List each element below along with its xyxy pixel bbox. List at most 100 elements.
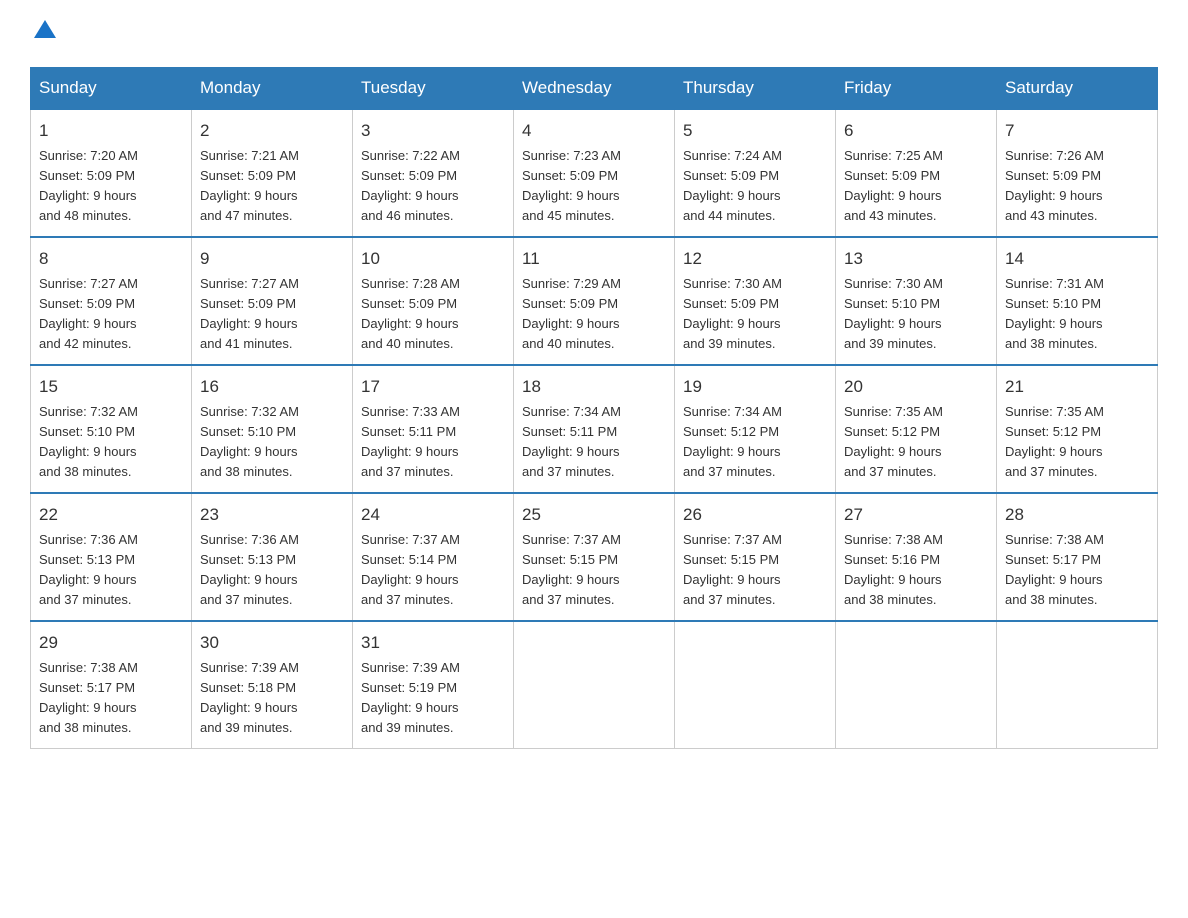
- day-info: Sunrise: 7:32 AMSunset: 5:10 PMDaylight:…: [200, 404, 299, 479]
- day-info: Sunrise: 7:37 AMSunset: 5:15 PMDaylight:…: [683, 532, 782, 607]
- day-info: Sunrise: 7:30 AMSunset: 5:10 PMDaylight:…: [844, 276, 943, 351]
- calendar-day-cell: 31 Sunrise: 7:39 AMSunset: 5:19 PMDaylig…: [353, 621, 514, 749]
- day-info: Sunrise: 7:30 AMSunset: 5:09 PMDaylight:…: [683, 276, 782, 351]
- day-info: Sunrise: 7:27 AMSunset: 5:09 PMDaylight:…: [200, 276, 299, 351]
- calendar-day-cell: 22 Sunrise: 7:36 AMSunset: 5:13 PMDaylig…: [31, 493, 192, 621]
- calendar-table: SundayMondayTuesdayWednesdayThursdayFrid…: [30, 67, 1158, 749]
- calendar-day-cell: 12 Sunrise: 7:30 AMSunset: 5:09 PMDaylig…: [675, 237, 836, 365]
- day-number: 26: [683, 502, 827, 528]
- day-info: Sunrise: 7:31 AMSunset: 5:10 PMDaylight:…: [1005, 276, 1104, 351]
- day-number: 19: [683, 374, 827, 400]
- day-info: Sunrise: 7:35 AMSunset: 5:12 PMDaylight:…: [844, 404, 943, 479]
- calendar-day-cell: 14 Sunrise: 7:31 AMSunset: 5:10 PMDaylig…: [997, 237, 1158, 365]
- calendar-week-row: 29 Sunrise: 7:38 AMSunset: 5:17 PMDaylig…: [31, 621, 1158, 749]
- calendar-day-cell: 6 Sunrise: 7:25 AMSunset: 5:09 PMDayligh…: [836, 109, 997, 237]
- calendar-day-cell: 23 Sunrise: 7:36 AMSunset: 5:13 PMDaylig…: [192, 493, 353, 621]
- day-info: Sunrise: 7:39 AMSunset: 5:18 PMDaylight:…: [200, 660, 299, 735]
- day-number: 12: [683, 246, 827, 272]
- header-row: SundayMondayTuesdayWednesdayThursdayFrid…: [31, 68, 1158, 110]
- day-info: Sunrise: 7:38 AMSunset: 5:16 PMDaylight:…: [844, 532, 943, 607]
- day-number: 22: [39, 502, 183, 528]
- day-number: 28: [1005, 502, 1149, 528]
- day-number: 7: [1005, 118, 1149, 144]
- day-number: 21: [1005, 374, 1149, 400]
- day-info: Sunrise: 7:33 AMSunset: 5:11 PMDaylight:…: [361, 404, 460, 479]
- calendar-day-cell: 18 Sunrise: 7:34 AMSunset: 5:11 PMDaylig…: [514, 365, 675, 493]
- calendar-header: SundayMondayTuesdayWednesdayThursdayFrid…: [31, 68, 1158, 110]
- day-number: 10: [361, 246, 505, 272]
- calendar-day-cell: [675, 621, 836, 749]
- day-number: 31: [361, 630, 505, 656]
- page-header: [30, 20, 1158, 47]
- day-number: 3: [361, 118, 505, 144]
- day-info: Sunrise: 7:28 AMSunset: 5:09 PMDaylight:…: [361, 276, 460, 351]
- calendar-body: 1 Sunrise: 7:20 AMSunset: 5:09 PMDayligh…: [31, 109, 1158, 749]
- day-number: 27: [844, 502, 988, 528]
- calendar-day-cell: [836, 621, 997, 749]
- day-number: 25: [522, 502, 666, 528]
- day-number: 29: [39, 630, 183, 656]
- header-cell-monday: Monday: [192, 68, 353, 110]
- day-info: Sunrise: 7:35 AMSunset: 5:12 PMDaylight:…: [1005, 404, 1104, 479]
- calendar-day-cell: 21 Sunrise: 7:35 AMSunset: 5:12 PMDaylig…: [997, 365, 1158, 493]
- logo: [30, 20, 56, 47]
- calendar-day-cell: 20 Sunrise: 7:35 AMSunset: 5:12 PMDaylig…: [836, 365, 997, 493]
- calendar-day-cell: 10 Sunrise: 7:28 AMSunset: 5:09 PMDaylig…: [353, 237, 514, 365]
- day-info: Sunrise: 7:27 AMSunset: 5:09 PMDaylight:…: [39, 276, 138, 351]
- calendar-week-row: 15 Sunrise: 7:32 AMSunset: 5:10 PMDaylig…: [31, 365, 1158, 493]
- day-number: 9: [200, 246, 344, 272]
- day-info: Sunrise: 7:22 AMSunset: 5:09 PMDaylight:…: [361, 148, 460, 223]
- calendar-day-cell: 13 Sunrise: 7:30 AMSunset: 5:10 PMDaylig…: [836, 237, 997, 365]
- header-cell-tuesday: Tuesday: [353, 68, 514, 110]
- day-number: 4: [522, 118, 666, 144]
- header-cell-wednesday: Wednesday: [514, 68, 675, 110]
- calendar-day-cell: 30 Sunrise: 7:39 AMSunset: 5:18 PMDaylig…: [192, 621, 353, 749]
- calendar-day-cell: 1 Sunrise: 7:20 AMSunset: 5:09 PMDayligh…: [31, 109, 192, 237]
- calendar-day-cell: 19 Sunrise: 7:34 AMSunset: 5:12 PMDaylig…: [675, 365, 836, 493]
- day-info: Sunrise: 7:37 AMSunset: 5:15 PMDaylight:…: [522, 532, 621, 607]
- day-info: Sunrise: 7:38 AMSunset: 5:17 PMDaylight:…: [1005, 532, 1104, 607]
- day-number: 18: [522, 374, 666, 400]
- calendar-day-cell: 26 Sunrise: 7:37 AMSunset: 5:15 PMDaylig…: [675, 493, 836, 621]
- day-number: 24: [361, 502, 505, 528]
- calendar-day-cell: [997, 621, 1158, 749]
- calendar-day-cell: 4 Sunrise: 7:23 AMSunset: 5:09 PMDayligh…: [514, 109, 675, 237]
- calendar-day-cell: 24 Sunrise: 7:37 AMSunset: 5:14 PMDaylig…: [353, 493, 514, 621]
- calendar-day-cell: 28 Sunrise: 7:38 AMSunset: 5:17 PMDaylig…: [997, 493, 1158, 621]
- header-cell-saturday: Saturday: [997, 68, 1158, 110]
- day-info: Sunrise: 7:36 AMSunset: 5:13 PMDaylight:…: [200, 532, 299, 607]
- calendar-week-row: 8 Sunrise: 7:27 AMSunset: 5:09 PMDayligh…: [31, 237, 1158, 365]
- calendar-day-cell: 5 Sunrise: 7:24 AMSunset: 5:09 PMDayligh…: [675, 109, 836, 237]
- day-info: Sunrise: 7:39 AMSunset: 5:19 PMDaylight:…: [361, 660, 460, 735]
- calendar-week-row: 22 Sunrise: 7:36 AMSunset: 5:13 PMDaylig…: [31, 493, 1158, 621]
- day-number: 6: [844, 118, 988, 144]
- header-cell-sunday: Sunday: [31, 68, 192, 110]
- calendar-day-cell: 11 Sunrise: 7:29 AMSunset: 5:09 PMDaylig…: [514, 237, 675, 365]
- calendar-day-cell: 16 Sunrise: 7:32 AMSunset: 5:10 PMDaylig…: [192, 365, 353, 493]
- day-info: Sunrise: 7:36 AMSunset: 5:13 PMDaylight:…: [39, 532, 138, 607]
- day-info: Sunrise: 7:20 AMSunset: 5:09 PMDaylight:…: [39, 148, 138, 223]
- logo-triangle-icon: [34, 18, 56, 40]
- day-info: Sunrise: 7:29 AMSunset: 5:09 PMDaylight:…: [522, 276, 621, 351]
- calendar-day-cell: 7 Sunrise: 7:26 AMSunset: 5:09 PMDayligh…: [997, 109, 1158, 237]
- calendar-day-cell: 9 Sunrise: 7:27 AMSunset: 5:09 PMDayligh…: [192, 237, 353, 365]
- header-cell-friday: Friday: [836, 68, 997, 110]
- calendar-day-cell: 2 Sunrise: 7:21 AMSunset: 5:09 PMDayligh…: [192, 109, 353, 237]
- day-info: Sunrise: 7:23 AMSunset: 5:09 PMDaylight:…: [522, 148, 621, 223]
- calendar-day-cell: 29 Sunrise: 7:38 AMSunset: 5:17 PMDaylig…: [31, 621, 192, 749]
- day-number: 14: [1005, 246, 1149, 272]
- day-number: 20: [844, 374, 988, 400]
- calendar-day-cell: 8 Sunrise: 7:27 AMSunset: 5:09 PMDayligh…: [31, 237, 192, 365]
- day-info: Sunrise: 7:34 AMSunset: 5:11 PMDaylight:…: [522, 404, 621, 479]
- calendar-day-cell: 25 Sunrise: 7:37 AMSunset: 5:15 PMDaylig…: [514, 493, 675, 621]
- day-info: Sunrise: 7:37 AMSunset: 5:14 PMDaylight:…: [361, 532, 460, 607]
- day-number: 8: [39, 246, 183, 272]
- day-info: Sunrise: 7:24 AMSunset: 5:09 PMDaylight:…: [683, 148, 782, 223]
- day-number: 15: [39, 374, 183, 400]
- calendar-day-cell: [514, 621, 675, 749]
- day-number: 11: [522, 246, 666, 272]
- day-info: Sunrise: 7:34 AMSunset: 5:12 PMDaylight:…: [683, 404, 782, 479]
- calendar-week-row: 1 Sunrise: 7:20 AMSunset: 5:09 PMDayligh…: [31, 109, 1158, 237]
- day-info: Sunrise: 7:25 AMSunset: 5:09 PMDaylight:…: [844, 148, 943, 223]
- day-info: Sunrise: 7:32 AMSunset: 5:10 PMDaylight:…: [39, 404, 138, 479]
